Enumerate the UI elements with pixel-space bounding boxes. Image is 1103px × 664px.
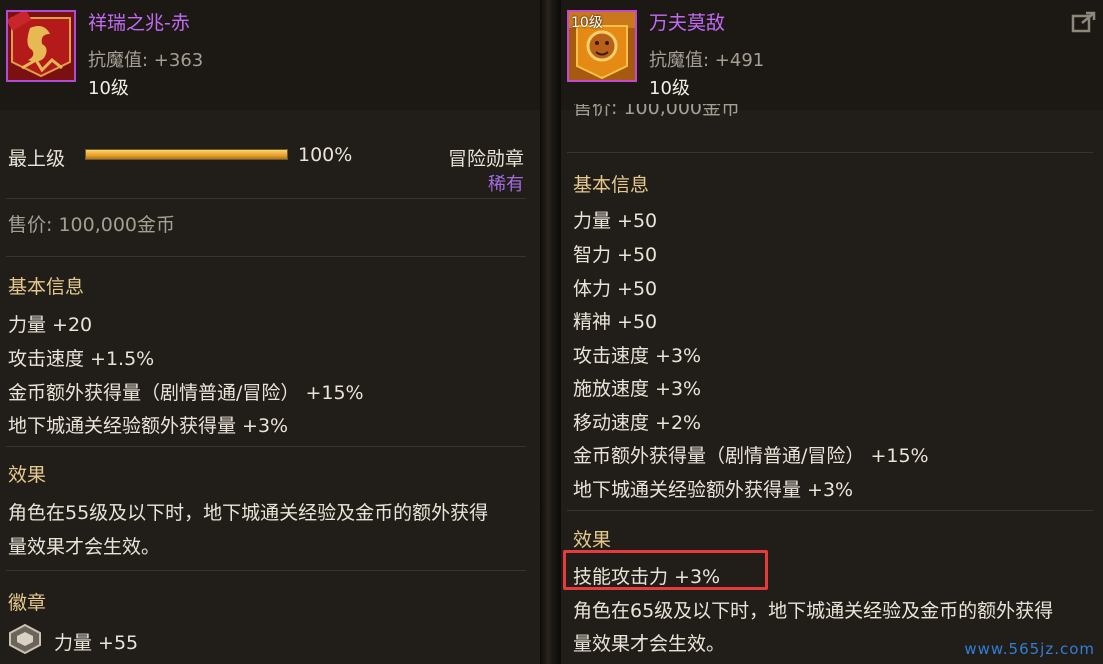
divider [6, 256, 526, 257]
divider [6, 446, 526, 447]
item-level: 10级 [88, 78, 129, 99]
effect-title: 效果 [573, 529, 612, 551]
external-link-icon[interactable] [1071, 10, 1097, 34]
red-dragon-banner-icon[interactable] [6, 10, 76, 82]
divider [6, 198, 526, 199]
divider [567, 152, 1093, 153]
stat-line: 攻击速度 +3% [573, 345, 702, 367]
lion-banner-icon[interactable]: 10级 [567, 10, 637, 82]
basic-info-title: 基本信息 [573, 174, 650, 196]
effect-line: 量效果才会生效。 [573, 633, 726, 655]
stat-line: 智力 +50 [573, 244, 658, 266]
effect-line: 角色在55级及以下时，地下城通关经验及金币的额外获得 [8, 502, 489, 524]
divider [6, 570, 526, 571]
badge-slot-icon[interactable] [8, 623, 42, 655]
stat-line: 金币额外获得量（剧情普通/冒险） +15% [573, 445, 929, 467]
stat-line: 移动速度 +2% [573, 412, 702, 434]
badge-title: 徽章 [8, 592, 47, 614]
panel-separator [540, 0, 561, 664]
stat-line: 精神 +50 [573, 311, 658, 333]
rarity-label: 稀有 [488, 174, 524, 195]
grade-percent: 100% [298, 144, 353, 166]
effect-line: 量效果才会生效。 [8, 536, 161, 558]
stat-line: 力量 +50 [573, 210, 658, 232]
effect-line: 角色在65级及以下时，地下城通关经验及金币的额外获得 [573, 600, 1054, 622]
stat-line: 施放速度 +3% [573, 378, 702, 400]
item-name: 万夫莫敌 [649, 12, 726, 34]
tooltip-left: 祥瑞之兆-赤 抗魔值: +363 10级 最上级 100% 冒险勋章 稀有 售价… [0, 0, 540, 664]
item-type: 冒险勋章 [447, 148, 524, 170]
item-name: 祥瑞之兆-赤 [88, 12, 190, 34]
badge-stat: 力量 +55 [54, 632, 139, 654]
effect-title: 效果 [8, 464, 47, 486]
item-level: 10级 [649, 78, 690, 99]
stat-line: 体力 +50 [573, 278, 658, 300]
resist-value: 抗魔值: +363 [88, 50, 204, 71]
watermark: www.565jz.com [964, 640, 1095, 658]
resist-value: 抗魔值: +491 [649, 50, 765, 71]
grade-progress-bar [85, 149, 288, 160]
sell-price: 售价: 100,000金币 [8, 214, 176, 236]
sell-price-text: 售价: 100,000金币 [573, 104, 741, 119]
stat-line: 地下城通关经验额外获得量 +3% [573, 479, 854, 501]
tooltip-right: 10级 万夫莫敌 抗魔值: +491 10级 售价: 100,000金币 基本信… [561, 0, 1103, 664]
sell-price: 售价: 100,000金币 [573, 104, 740, 124]
grade-label: 最上级 [8, 148, 66, 170]
stat-line: 攻击速度 +1.5% [8, 348, 155, 370]
grade-progress-fill [86, 150, 287, 159]
stat-line: 金币额外获得量（剧情普通/冒险） +15% [8, 382, 364, 404]
divider [567, 510, 1093, 511]
item-header: 10级 万夫莫敌 抗魔值: +491 10级 [561, 0, 1103, 110]
stat-line: 力量 +20 [8, 314, 93, 336]
level-overlay: 10级 [571, 15, 603, 31]
highlighted-effect: 技能攻击力 +3% [573, 566, 721, 588]
item-header: 祥瑞之兆-赤 抗魔值: +363 10级 [0, 0, 540, 110]
stat-line: 地下城通关经验额外获得量 +3% [8, 415, 289, 437]
basic-info-title: 基本信息 [8, 276, 85, 298]
